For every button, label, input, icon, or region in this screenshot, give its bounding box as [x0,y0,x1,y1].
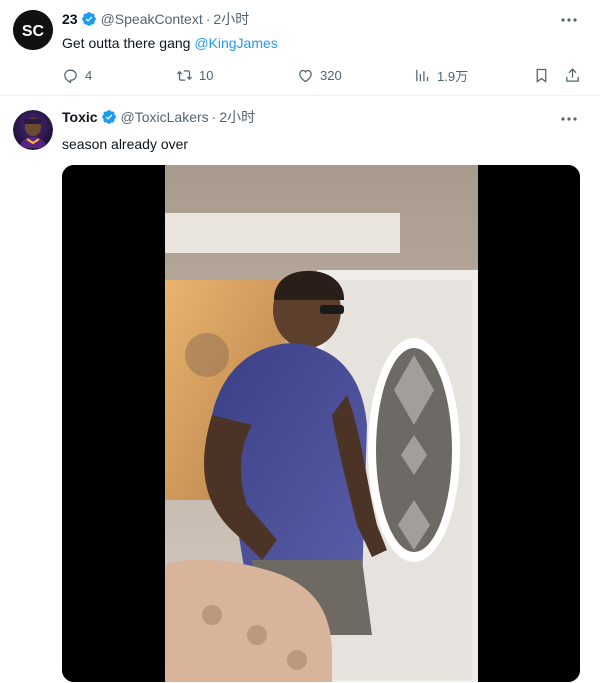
like-count: 320 [320,67,342,83]
handle[interactable]: @SpeakContext [101,11,203,27]
bookmark-icon [536,68,547,83]
tweet-text: season already over [62,135,188,153]
verified-badge-icon [81,12,96,26]
bookmark-button[interactable] [533,64,550,86]
tweet-text-content: Get outta there gang [62,35,195,51]
display-name[interactable]: 23 [62,11,78,27]
retweet-count: 10 [199,67,214,83]
sc-logo-icon: SC [13,10,53,50]
share-icon [566,67,579,82]
tweet-header: 23 @SpeakContext · 2小时 [62,9,249,29]
tweet-text-content: season already over [62,136,189,152]
display-name[interactable]: Toxic [62,109,98,125]
separator-dot: · [205,11,211,27]
tweet-header: Toxic @ToxicLakers · 2小时 [62,107,255,127]
handle[interactable]: @ToxicLakers [121,109,209,125]
reply-icon [64,69,77,83]
share-button[interactable] [564,64,581,86]
more-options-button[interactable] [560,110,578,128]
verified-badge-icon [101,110,116,124]
retweet-icon [176,69,193,81]
more-options-button[interactable] [560,11,578,29]
like-button[interactable]: 320 [297,64,342,86]
tweet-actions: 4 10 320 1.9万 [62,64,582,86]
retweet-button[interactable]: 10 [176,64,213,86]
view-count: 1.9万 [437,68,469,84]
tweet-toxiclakers[interactable]: Toxic @ToxicLakers · 2小时 season already … [0,97,600,683]
video-player[interactable] [62,165,580,682]
reply-count: 4 [85,67,93,83]
video-frame [62,165,580,682]
avatar-image [13,110,53,150]
mention-link[interactable]: @KingJames [194,35,277,51]
views-icon [416,69,429,81]
tweet-speakcontext[interactable]: SC 23 @SpeakContext · 2小时 Get outta ther… [0,0,600,96]
avatar-speakcontext[interactable]: SC [13,10,53,50]
tweet-text: Get outta there gang @KingJames [62,34,278,52]
avatar-toxiclakers[interactable] [13,110,53,150]
reply-button[interactable]: 4 [62,64,92,86]
separator-dot: · [211,109,217,125]
views-button[interactable]: 1.9万 [414,64,468,86]
timestamp[interactable]: 2小时 [219,107,255,127]
like-icon [299,69,312,82]
more-options-icon [561,18,577,22]
more-options-icon [561,117,577,121]
avatar-logo-text: SC [22,23,45,40]
timestamp[interactable]: 2小时 [213,9,249,29]
